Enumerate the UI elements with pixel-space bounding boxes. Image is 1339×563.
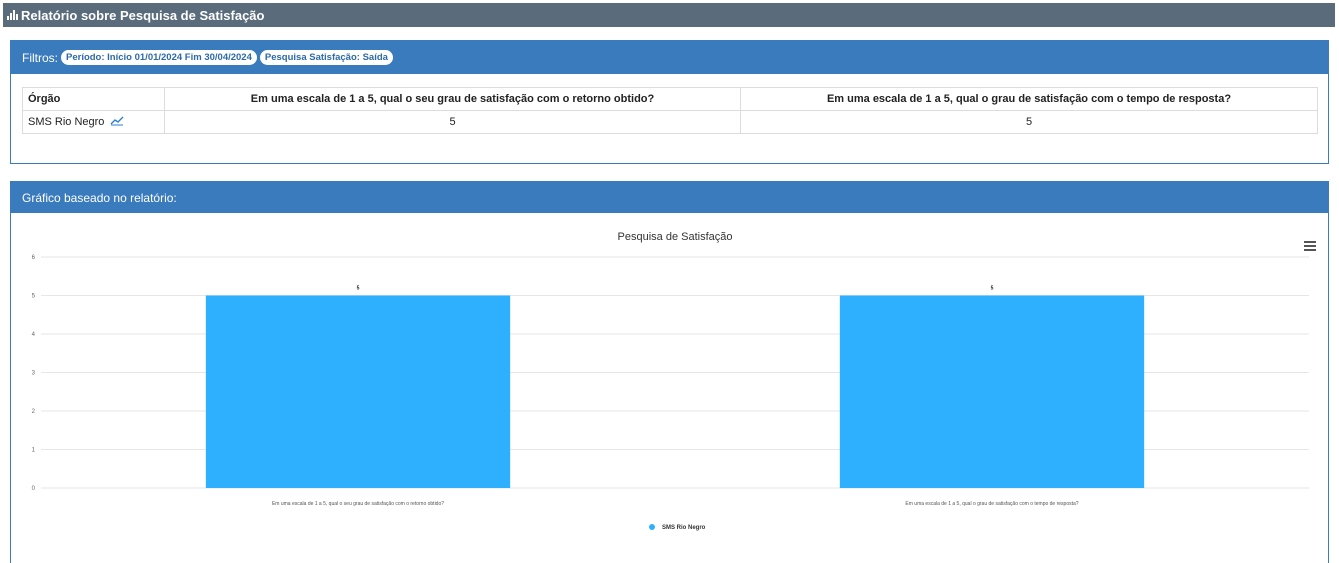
filter-period-pill[interactable]: Período: Início 01/01/2024 Fim 30/04/202… bbox=[61, 50, 257, 65]
y-tick-label: 0 bbox=[32, 486, 36, 492]
value-cell-q2: 5 bbox=[740, 110, 1318, 134]
data-label: 5 bbox=[357, 286, 360, 292]
data-label: 5 bbox=[991, 286, 994, 292]
trend-chart-icon[interactable] bbox=[110, 115, 124, 129]
chart-title: Pesquisa de Satisfação bbox=[618, 231, 733, 243]
x-tick-label: Em uma escala de 1 a 5, qual o grau de s… bbox=[905, 501, 1078, 507]
chart-panel-header: Gráfico baseado no relatório: bbox=[11, 182, 1328, 213]
filters-label: Filtros: bbox=[22, 50, 58, 65]
column-header-q1: Em uma escala de 1 a 5, qual o seu grau … bbox=[163, 87, 742, 111]
bar-chart-icon bbox=[7, 10, 18, 20]
report-table: Órgão Em uma escala de 1 a 5, qual o seu… bbox=[22, 87, 1318, 134]
report-panel: Filtros: Período: Início 01/01/2024 Fim … bbox=[10, 40, 1329, 164]
y-tick-label: 6 bbox=[32, 255, 36, 261]
bar bbox=[205, 295, 511, 488]
y-tick-label: 1 bbox=[32, 448, 36, 454]
table-row: SMS Rio Negro 5 5 bbox=[22, 110, 1318, 134]
y-tick-label: 4 bbox=[32, 332, 36, 338]
satisfaction-bar-chart: Pesquisa de Satisfação 0 1 2 3 4 5 6 5 Em uma esc… bbox=[32, 231, 1309, 531]
bar bbox=[839, 295, 1145, 488]
y-tick-label: 3 bbox=[32, 371, 36, 377]
column-header-orgao: Órgão bbox=[22, 87, 165, 111]
legend-label: SMS Rio Negro bbox=[662, 525, 706, 531]
page-header: Relatório sobre Pesquisa de Satisfação bbox=[3, 3, 1335, 27]
legend-marker bbox=[649, 524, 655, 530]
value-cell-q1: 5 bbox=[163, 110, 742, 134]
column-header-q2: Em uma escala de 1 a 5, qual o grau de s… bbox=[740, 87, 1318, 111]
table-header-row: Órgão Em uma escala de 1 a 5, qual o seu… bbox=[22, 87, 1318, 111]
chart-panel-title: Gráfico baseado no relatório: bbox=[22, 190, 177, 205]
filter-survey-pill[interactable]: Pesquisa Satisfação: Saída bbox=[259, 50, 393, 65]
chart-menu-icon[interactable] bbox=[1304, 241, 1316, 253]
filters-bar: Filtros: Período: Início 01/01/2024 Fim … bbox=[11, 41, 1328, 74]
page-title: Relatório sobre Pesquisa de Satisfação bbox=[21, 7, 265, 23]
y-tick-label: 5 bbox=[32, 294, 36, 300]
orgao-cell: SMS Rio Negro bbox=[22, 110, 165, 134]
chart-panel: Gráfico baseado no relatório: Pesquisa d… bbox=[10, 181, 1329, 563]
orgao-name: SMS Rio Negro bbox=[28, 115, 105, 128]
y-tick-label: 2 bbox=[32, 409, 36, 415]
x-tick-label: Em uma escala de 1 a 5, qual o seu grau … bbox=[272, 501, 444, 507]
